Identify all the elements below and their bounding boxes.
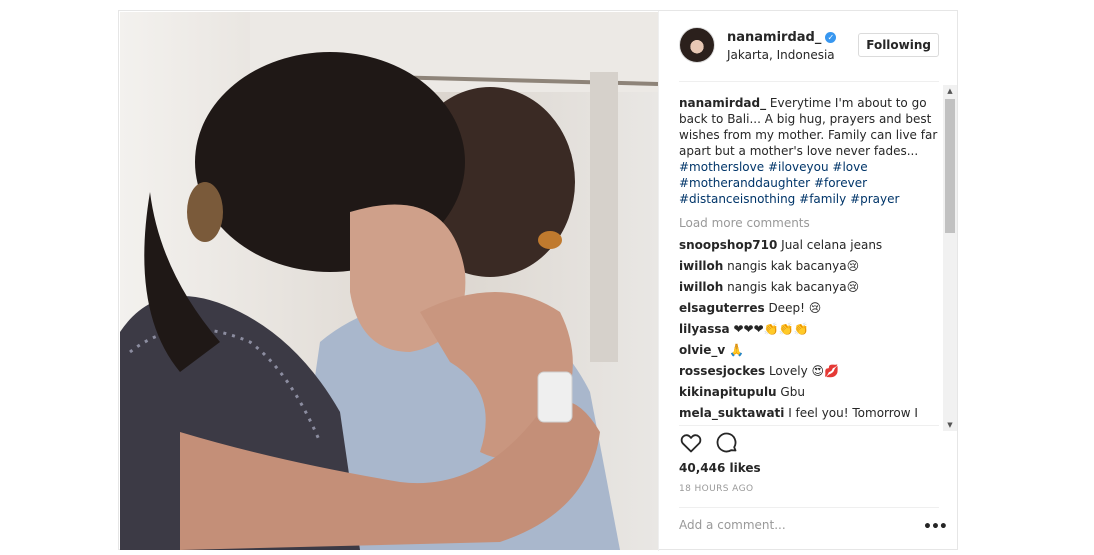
hashtag-link[interactable]: #distanceisnothing [679, 192, 795, 206]
comment-divider [679, 507, 939, 508]
comment-text: nangis kak bacanya😢 [723, 259, 860, 273]
add-comment-input[interactable]: Add a comment... [679, 518, 879, 532]
comment-username[interactable]: rossesjockes [679, 364, 765, 378]
comment-username[interactable]: elsaguterres [679, 301, 765, 315]
comment-text: Lovely 😍💋 [765, 364, 839, 378]
verified-badge-icon: ✓ [825, 32, 837, 43]
scroll-down-arrow-icon[interactable]: ▼ [943, 419, 957, 431]
post-timestamp[interactable]: 18 HOURS AGO [679, 484, 753, 494]
following-button[interactable]: Following [858, 33, 939, 57]
comment-text: nangis kak bacanya😢 [723, 280, 860, 294]
avatar[interactable] [679, 27, 715, 63]
likes-count[interactable]: 40,446 likes [679, 461, 761, 475]
comment-text: Gbu [776, 385, 805, 399]
comment-item: mela_suktawati I feel you! Tomorrow I [679, 405, 941, 421]
more-options-icon[interactable]: ••• [923, 519, 948, 535]
comment-item: iwilloh nangis kak bacanya😢 [679, 258, 941, 274]
header-divider [679, 81, 939, 82]
comment-item: rossesjockes Lovely 😍💋 [679, 363, 941, 379]
comment-username[interactable]: snoopshop710 [679, 238, 777, 252]
comment-text: I feel you! Tomorrow I [784, 406, 918, 420]
caption-username[interactable]: nanamirdad_ [679, 96, 766, 110]
hashtag-link[interactable]: #motheranddaughter [679, 176, 810, 190]
comment-text: ❤❤❤👏👏👏 [729, 322, 809, 336]
comment-item: lilyassa ❤❤❤👏👏👏 [679, 321, 941, 337]
comment-item: iwilloh nangis kak bacanya😢 [679, 279, 941, 295]
comment-username[interactable]: iwilloh [679, 280, 723, 294]
hashtag-link[interactable]: #love [832, 160, 867, 174]
hashtag-link[interactable]: #motherslove [679, 160, 764, 174]
post-header: nanamirdad_ ✓ Jakarta, Indonesia Followin… [679, 27, 939, 67]
comment-text: 🙏 [725, 343, 745, 357]
actions-divider [679, 425, 939, 426]
comment-username[interactable]: iwilloh [679, 259, 723, 273]
username-text[interactable]: nanamirdad_ [727, 30, 821, 45]
comment-text: Jual celana jeans [777, 238, 883, 252]
comment-username[interactable]: kikinapitupulu [679, 385, 777, 399]
comments-scrollbar[interactable]: ▲ ▼ [943, 85, 957, 431]
comment-username[interactable]: olvie_v [679, 343, 725, 357]
comment-item: kikinapitupulu Gbu [679, 384, 941, 400]
load-more-comments-button[interactable]: Load more comments [679, 215, 941, 231]
hashtag-link[interactable]: #family [799, 192, 846, 206]
post-card: nanamirdad_ ✓ Jakarta, Indonesia Followin… [118, 10, 958, 551]
post-sidebar: nanamirdad_ ✓ Jakarta, Indonesia Followin… [658, 11, 958, 551]
comment-username[interactable]: lilyassa [679, 322, 730, 336]
comment-item: olvie_v 🙏 [679, 342, 941, 358]
heart-icon[interactable] [679, 431, 703, 455]
hashtag-link[interactable]: #prayer [850, 192, 899, 206]
comment-text: Deep! 😢 [764, 301, 822, 315]
comment-icon[interactable] [715, 431, 739, 455]
scroll-up-arrow-icon[interactable]: ▲ [943, 85, 957, 97]
comment-username[interactable]: mela_suktawati [679, 406, 784, 420]
caption: nanamirdad_ Everytime I'm about to go ba… [679, 95, 941, 207]
username[interactable]: nanamirdad_ ✓ [727, 30, 837, 45]
comment-item: snoopshop710 Jual celana jeans [679, 237, 941, 253]
location-link[interactable]: Jakarta, Indonesia [727, 48, 835, 62]
hashtag-link[interactable]: #forever [814, 176, 867, 190]
hashtag-link[interactable]: #iloveyou [768, 160, 829, 174]
scroll-thumb[interactable] [945, 99, 955, 233]
comments-list[interactable]: nanamirdad_ Everytime I'm about to go ba… [679, 95, 941, 425]
post-photo[interactable] [120, 12, 658, 550]
comment-item: elsaguterres Deep! 😢 [679, 300, 941, 316]
